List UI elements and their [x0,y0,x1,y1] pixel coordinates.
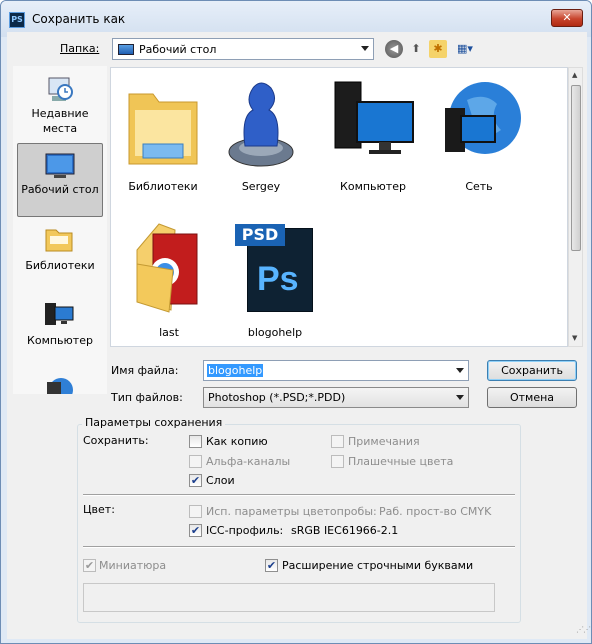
icc-profile-label[interactable]: ICC-профиль: [206,524,283,537]
proof-setup-checkbox[interactable] [189,505,202,518]
layers-label[interactable]: Слои [206,474,235,487]
file-name: Сеть [465,180,493,193]
file-item-libraries[interactable]: Библиотеки [113,74,213,214]
place-label: Рабочий стол [21,183,99,196]
file-item-sergey[interactable]: Sergey [211,74,311,214]
photoshop-app-icon: PS [9,12,25,28]
save-options-title: Параметры сохранения [82,416,226,429]
libraries-folder-icon [128,93,198,165]
save-as-dialog: PS Сохранить как ✕ Папка: Рабочий стол ◀… [0,0,592,644]
thumbnail-label: Миниатюра [99,559,167,572]
computer-icon [45,303,74,325]
user-icon [228,82,294,167]
network-icon [47,378,73,394]
view-menu-icon[interactable]: ▦▾ [453,40,477,58]
filetype-select[interactable]: Photoshop (*.PSD;*.PDD) [203,387,469,408]
notes-label: Примечания [348,435,420,448]
filename-combobox[interactable]: blogohelp [203,360,469,381]
color-label: Цвет: [83,503,115,516]
file-item-last[interactable]: last [119,220,219,360]
alpha-channels-checkbox[interactable] [189,455,202,468]
place-computer[interactable]: Компьютер [17,293,103,367]
filename-input[interactable]: blogohelp [207,364,264,377]
place-label: Компьютер [27,334,93,347]
cancel-button[interactable]: Отмена [487,387,577,408]
lookin-value: Рабочий стол [139,43,217,56]
back-arrow-icon[interactable]: ◀ [385,40,403,58]
spot-colors-label: Плашечные цвета [348,455,454,468]
layers-checkbox[interactable]: ✔ [189,474,202,487]
warning-area [83,583,495,612]
place-label: Недавние места [31,107,89,135]
computer-icon [334,81,414,154]
thumbnail-checkbox[interactable]: ✔ [83,559,96,572]
file-name: Sergey [241,180,281,193]
lookin-label: Папка: [60,42,100,55]
file-item-network[interactable]: Сеть [429,74,529,214]
chevron-down-icon[interactable] [361,46,369,51]
save-label: Сохранить: [83,434,149,447]
place-label: Библиотеки [25,259,95,272]
psd-badge: PSD [235,224,285,246]
file-list-view: Библиотеки Sergey Компьютер Сеть last PS… [110,67,568,347]
libraries-icon [45,229,73,252]
desktop-icon [118,44,134,55]
save-button[interactable]: Сохранить [487,360,577,381]
close-button[interactable]: ✕ [551,9,583,27]
file-item-blogohelp[interactable]: PSD Ps blogohelp [225,220,325,360]
network-icon [445,82,521,154]
lowercase-extension-label[interactable]: Расширение строчными буквами [282,559,473,572]
desktop-icon [45,153,75,178]
chevron-down-icon[interactable] [456,368,464,373]
proof-setup-label: Исп. параметры цветопробы: [206,505,377,518]
icc-profile-checkbox[interactable]: ✔ [189,524,202,537]
icc-profile-value: sRGB IEC61966-2.1 [291,524,399,537]
filetype-label: Тип файлов: [111,391,183,404]
file-name: blogohelp [247,326,303,339]
resize-grip-icon[interactable]: ⋰⋰ [576,625,591,634]
place-recent[interactable]: Недавние места [17,68,103,142]
lowercase-extension-checkbox[interactable]: ✔ [265,559,278,572]
filetype-value: Photoshop (*.PSD;*.PDD) [208,391,346,404]
vertical-scrollbar[interactable]: ▲ ▼ [568,67,583,347]
lookin-combobox[interactable]: Рабочий стол [112,38,374,60]
file-name: Компьютер [340,180,406,193]
filename-label: Имя файла: [111,364,179,377]
as-copy-label[interactable]: Как копию [206,435,268,448]
up-folder-icon[interactable]: ⬆ [407,40,425,58]
proof-setup-value: Раб. прост-во CMYK [379,505,492,518]
as-copy-checkbox[interactable] [189,435,202,448]
scroll-down-icon[interactable]: ▼ [572,334,577,342]
chevron-down-icon[interactable] [456,395,464,400]
places-bar: Недавние места Рабочий стол Библиотеки К… [13,66,107,394]
ps-mark: Ps [257,260,299,298]
scroll-up-icon[interactable]: ▲ [572,71,577,79]
place-libraries[interactable]: Библиотеки [17,218,103,292]
recent-places-icon [48,77,73,101]
window-title: Сохранить как [32,12,126,26]
scroll-thumb[interactable] [571,85,581,251]
file-item-computer[interactable]: Компьютер [323,74,423,214]
folder-icon [136,223,198,313]
file-name: Библиотеки [128,180,198,193]
place-desktop[interactable]: Рабочий стол [17,143,103,217]
alpha-channels-label: Альфа-каналы [206,455,291,468]
new-folder-icon[interactable]: ✱ [429,40,447,58]
psd-file-icon: PSD Ps [235,222,313,312]
dialog-body: Папка: Рабочий стол ◀ ⬆ ✱ ▦▾ Недавние ме… [7,32,591,639]
spot-colors-checkbox[interactable] [331,455,344,468]
file-name: last [159,326,179,339]
separator [83,494,515,496]
separator [83,546,515,548]
notes-checkbox[interactable] [331,435,344,448]
place-network[interactable] [17,368,103,394]
